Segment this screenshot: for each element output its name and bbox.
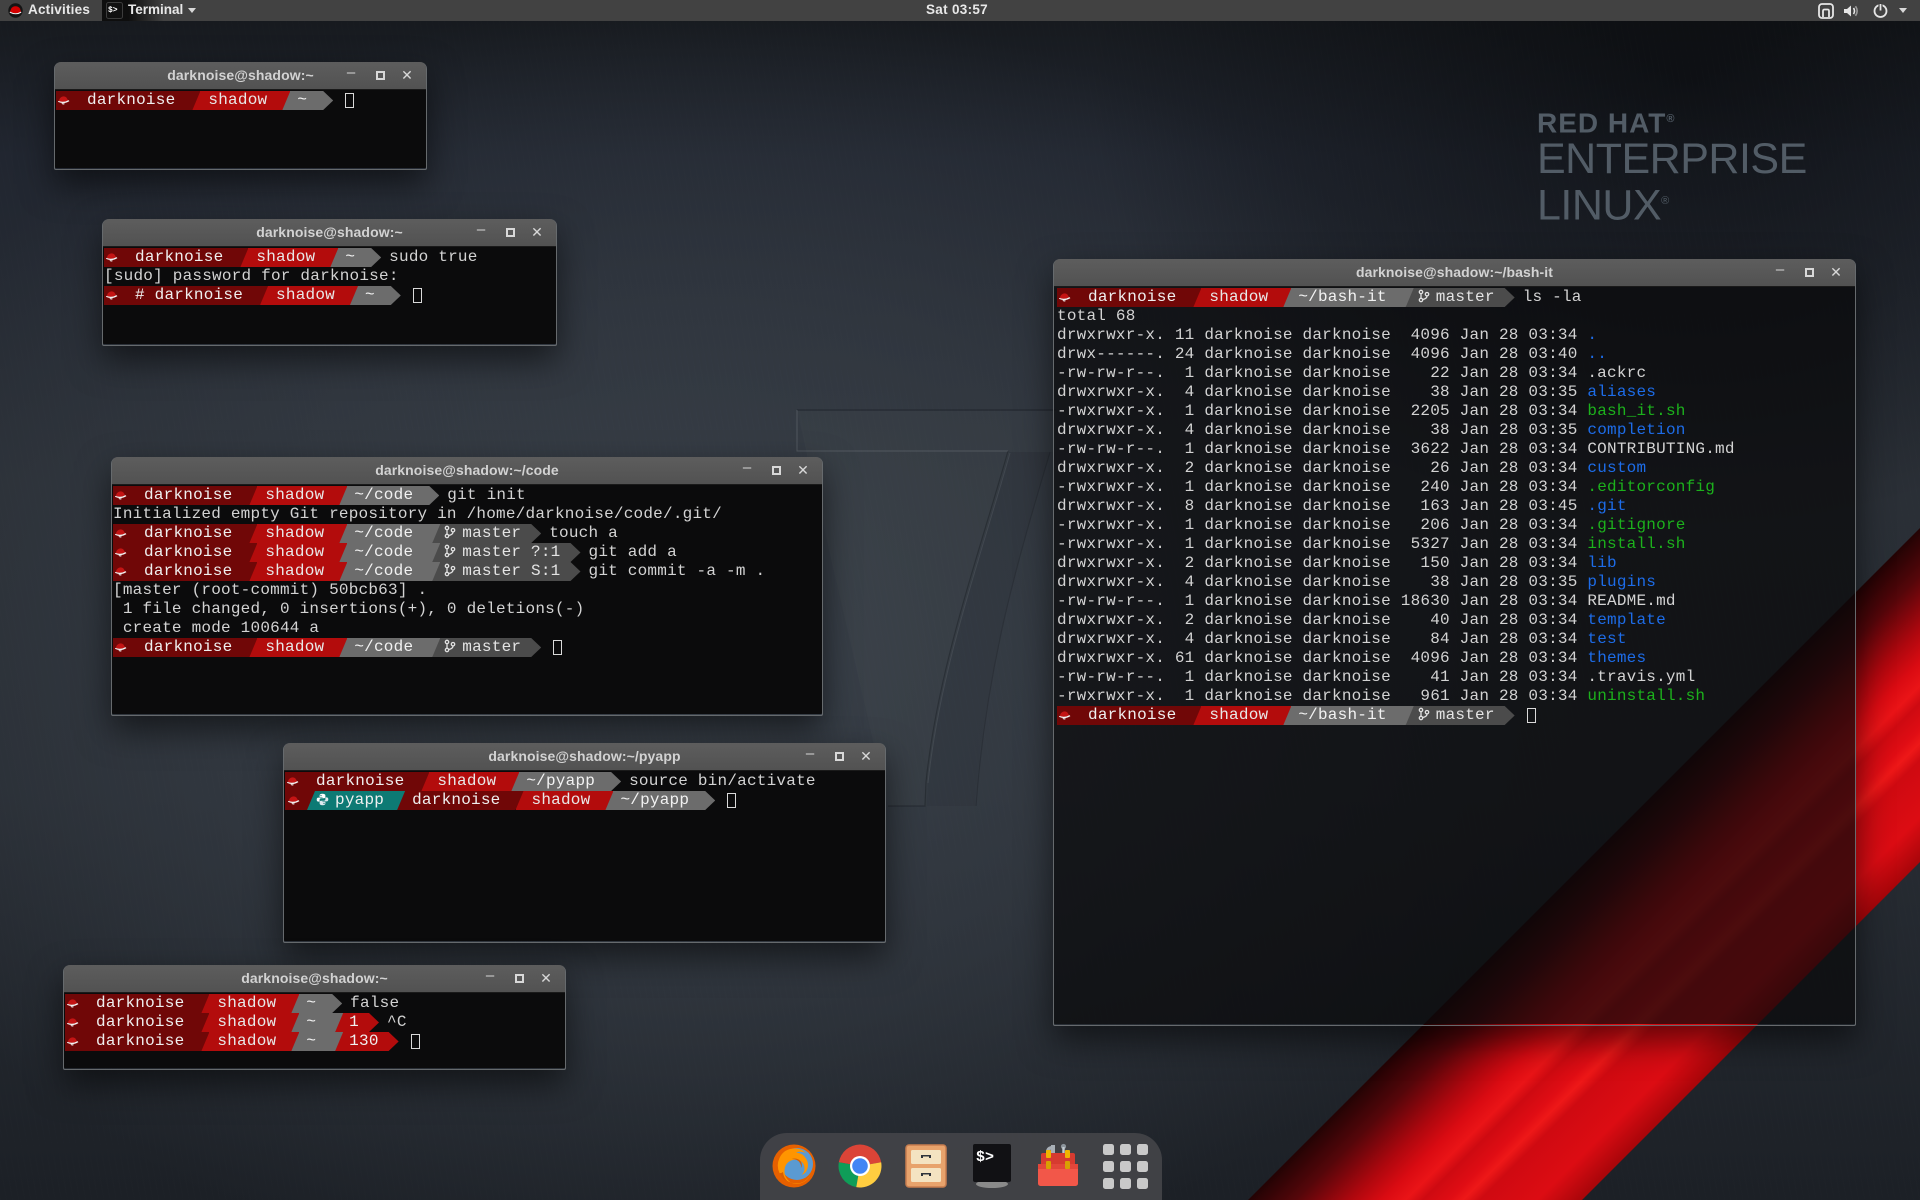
svg-text:$>: $> [976,1149,994,1166]
svg-text:$>: $> [108,6,118,15]
